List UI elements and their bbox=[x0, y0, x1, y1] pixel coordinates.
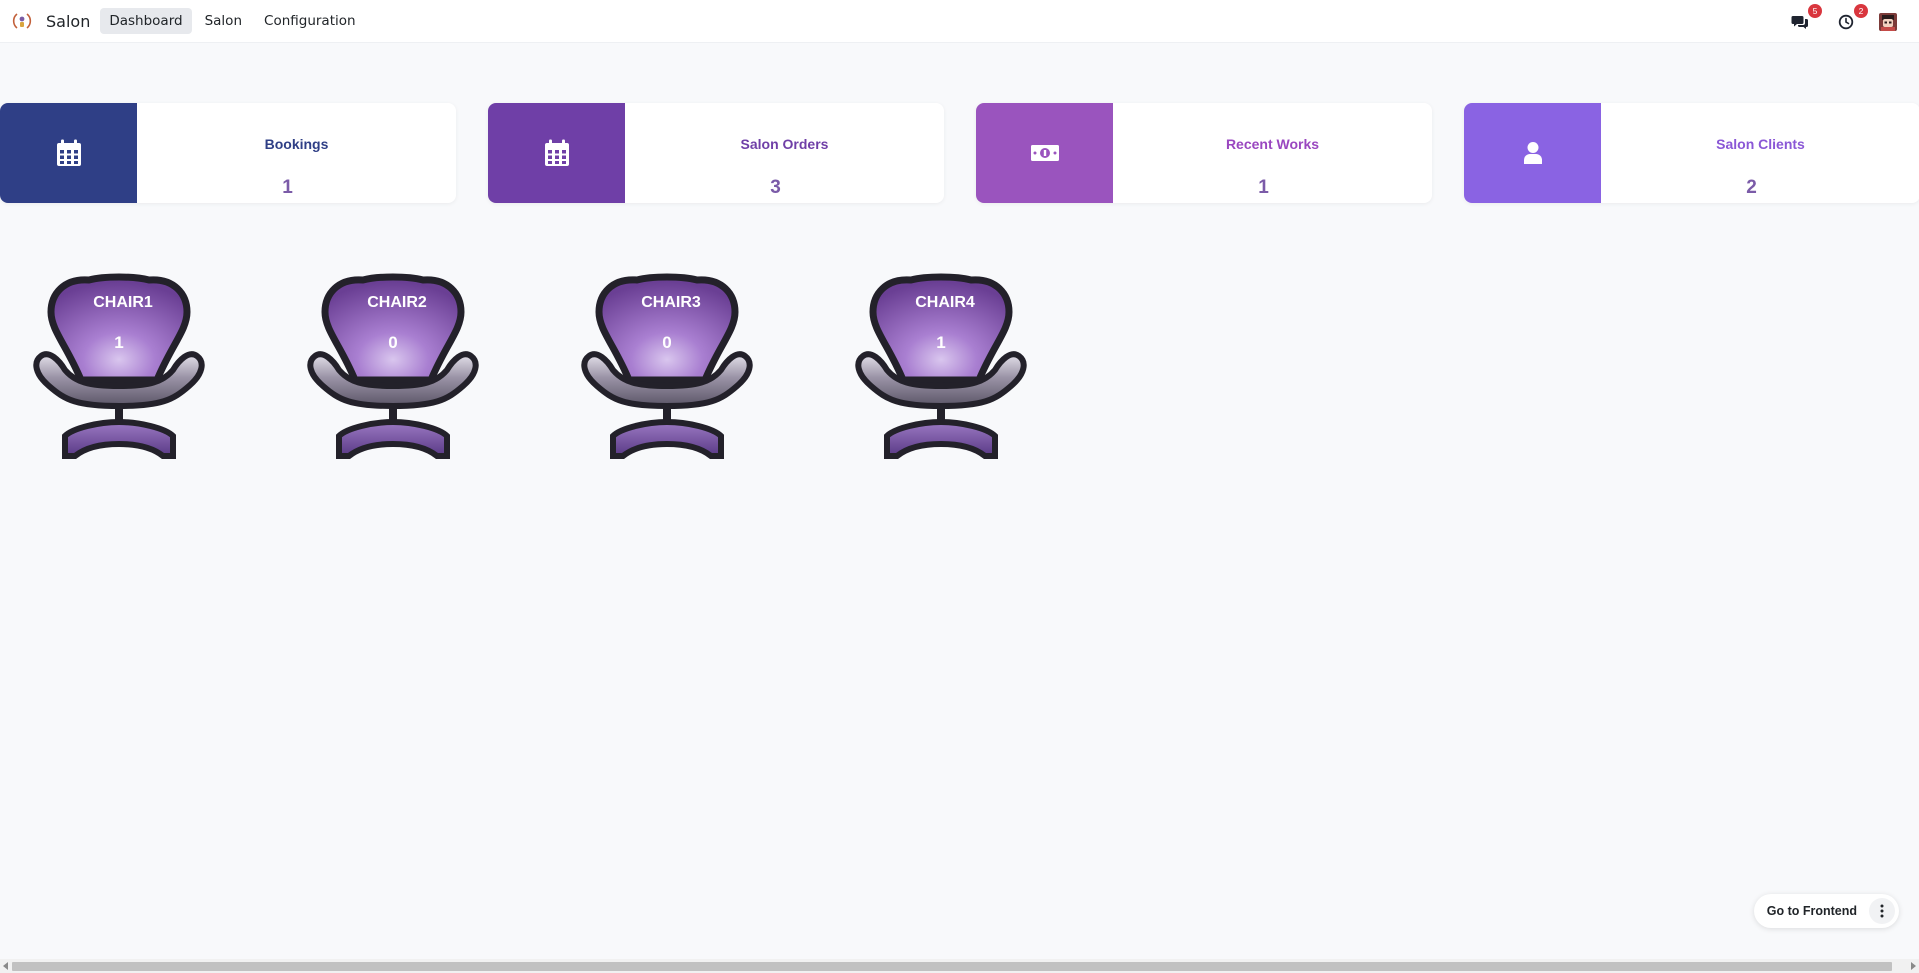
card-works-title: Recent Works bbox=[1225, 136, 1320, 152]
more-options-button[interactable] bbox=[1869, 898, 1895, 924]
go-to-frontend-button[interactable]: Go to Frontend bbox=[1754, 894, 1869, 928]
card-works-icon-box bbox=[976, 103, 1113, 203]
card-bookings-count: 1 bbox=[282, 177, 293, 198]
money-icon bbox=[1030, 145, 1059, 161]
scroll-right-arrow-icon[interactable] bbox=[1911, 962, 1916, 970]
chair-count: 0 bbox=[662, 333, 672, 352]
chair-card-3[interactable]: CHAIR3 0 bbox=[577, 272, 757, 464]
card-recent-works[interactable]: Recent Works 1 bbox=[976, 103, 1432, 203]
salon-app-icon[interactable] bbox=[11, 10, 33, 32]
chair-name: CHAIR4 bbox=[915, 294, 975, 311]
card-bookings[interactable]: Bookings 1 bbox=[0, 103, 456, 203]
card-orders-count: 3 bbox=[770, 177, 781, 198]
chair-card-4[interactable]: CHAIR4 1 bbox=[851, 272, 1031, 464]
kebab-icon bbox=[1880, 904, 1884, 918]
calendar-icon bbox=[544, 139, 569, 166]
systray: 5 2 bbox=[1789, 0, 1919, 43]
activities-badge: 2 bbox=[1854, 3, 1868, 18]
messages-button[interactable]: 5 bbox=[1789, 3, 1822, 33]
clock-icon bbox=[1838, 14, 1854, 29]
card-works-count: 1 bbox=[1258, 177, 1269, 198]
chair-count: 0 bbox=[388, 333, 398, 352]
chair-name: CHAIR1 bbox=[93, 294, 153, 311]
card-salon-orders[interactable]: Salon Orders 3 bbox=[488, 103, 944, 203]
frontend-toolbar: Go to Frontend bbox=[1753, 894, 1899, 928]
card-orders-title: Salon Orders bbox=[740, 136, 829, 152]
user-icon bbox=[1523, 142, 1542, 164]
top-navbar: Salon Dashboard Salon Configuration 5 2 bbox=[0, 0, 1919, 43]
main-menu: Dashboard Salon Configuration bbox=[100, 8, 364, 34]
card-clients-count: 2 bbox=[1746, 177, 1757, 198]
chair-count: 1 bbox=[114, 333, 124, 352]
calendar-icon bbox=[56, 139, 81, 166]
menu-salon[interactable]: Salon bbox=[196, 8, 251, 34]
scroll-left-arrow-icon[interactable] bbox=[3, 962, 8, 970]
card-orders-icon-box bbox=[488, 103, 625, 203]
chair-name: CHAIR2 bbox=[367, 294, 427, 311]
activities-button[interactable]: 2 bbox=[1835, 3, 1868, 33]
card-clients-icon-box bbox=[1464, 103, 1601, 203]
card-bookings-title: Bookings bbox=[264, 136, 329, 152]
card-salon-clients[interactable]: Salon Clients 2 bbox=[1464, 103, 1919, 203]
chair-count: 1 bbox=[936, 333, 946, 352]
chair-name: CHAIR3 bbox=[641, 294, 701, 311]
card-clients-title: Salon Clients bbox=[1716, 136, 1805, 152]
menu-dashboard[interactable]: Dashboard bbox=[100, 8, 192, 34]
messages-badge: 5 bbox=[1808, 3, 1822, 18]
user-avatar[interactable] bbox=[1879, 12, 1897, 31]
card-bookings-icon-box bbox=[0, 103, 137, 203]
app-brand[interactable]: Salon bbox=[46, 12, 90, 31]
chair-card-1[interactable]: CHAIR1 1 bbox=[29, 272, 209, 464]
horizontal-scrollbar[interactable] bbox=[0, 959, 1919, 973]
chair-card-2[interactable]: CHAIR2 0 bbox=[303, 272, 483, 464]
scrollbar-thumb[interactable] bbox=[12, 962, 1892, 971]
chat-icon bbox=[1791, 15, 1808, 29]
menu-configuration[interactable]: Configuration bbox=[255, 8, 365, 34]
